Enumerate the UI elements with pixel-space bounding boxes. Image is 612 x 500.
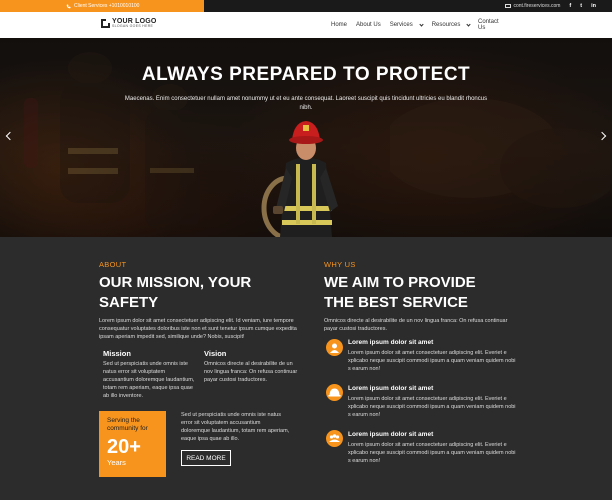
feature-2-title: Lorem ipsum dolor sit amet xyxy=(348,385,434,392)
hero-slider: ALWAYS PREPARED TO PROTECT Maecenas. Eni… xyxy=(0,38,612,237)
facebook-icon[interactable]: f xyxy=(569,3,571,9)
chevron-down-icon xyxy=(419,21,424,27)
helmet-icon xyxy=(326,384,343,401)
topbar-contact: cont.fireservices.com f t in xyxy=(505,0,596,12)
feature-3-text: Lorem ipsum dolor sit amet consectetuer … xyxy=(348,442,516,464)
stat-label-line2: community for xyxy=(107,425,148,432)
read-more-button[interactable]: READ MORE xyxy=(181,450,231,466)
hero-text: Maecenas. Enim consectetuer nullam amet … xyxy=(124,96,488,111)
site-logo[interactable]: YOUR LOGO SLOGAN GOES HERE xyxy=(101,18,157,29)
phone-icon xyxy=(66,4,71,8)
why-title-line1: WE AIM TO PROVIDE xyxy=(324,274,476,291)
why-title-line2: THE BEST SERVICE xyxy=(324,294,468,311)
hero-title: ALWAYS PREPARED TO PROTECT xyxy=(141,64,471,85)
firefighter-icon xyxy=(326,339,343,356)
why-eyebrow: WHY US xyxy=(324,260,356,269)
stat-text: Sed ut perspiciatis unde omnis iste natu… xyxy=(181,412,290,442)
vision-title: Vision xyxy=(204,349,227,358)
nav-about-label: About Us xyxy=(356,22,381,28)
client-services-bar: Client Services +1010010100 xyxy=(0,0,204,12)
why-text: Omnicos directe al desirabilite de un no… xyxy=(324,318,508,332)
logo-mark-icon xyxy=(101,18,110,28)
nav-contact-us[interactable]: Contact Us xyxy=(478,19,499,31)
nav-services-label: Services xyxy=(389,22,413,28)
top-bar: Client Services +1010010100 cont.fireser… xyxy=(0,0,612,12)
feature-1-title: Lorem ipsum dolor sit amet xyxy=(348,339,434,346)
chevron-down-icon xyxy=(466,21,472,27)
nav-resources-label: Resources xyxy=(431,22,461,28)
feature-1-text: Lorem ipsum dolor sit amet consectetuer … xyxy=(348,350,516,372)
vision-text: Omnicos directe al desirabilite de un no… xyxy=(204,361,298,383)
firefighter-image xyxy=(261,121,338,237)
mail-icon xyxy=(505,4,512,8)
nav-about-us[interactable]: About Us xyxy=(356,22,381,28)
about-eyebrow: ABOUT xyxy=(99,260,127,269)
mission-text: Sed ut perspiciatis unde omnis iste natu… xyxy=(103,361,195,399)
nav-home-label: Home xyxy=(331,22,348,28)
mission-title: Mission xyxy=(103,349,131,358)
nav-services[interactable]: Services xyxy=(389,21,424,28)
team-icon xyxy=(326,430,343,447)
topbar-email[interactable]: cont.fireservices.com xyxy=(513,3,560,9)
nav-resources[interactable]: Resources xyxy=(431,21,472,28)
about-title-line2: SAFETY xyxy=(99,294,159,311)
client-services-phone[interactable]: Client Services +1010010100 xyxy=(74,3,139,9)
stat-number: 20+ xyxy=(107,436,141,458)
stat-label-line1: Serving the xyxy=(107,417,140,424)
logo-slogan: SLOGAN GOES HERE xyxy=(112,24,154,28)
stat-unit: Years xyxy=(107,458,126,467)
nav-contact-label: Contact Us xyxy=(478,19,499,31)
nav-home[interactable]: Home xyxy=(331,22,347,28)
content-section: ABOUT OUR MISSION, YOUR SAFETY Lorem ips… xyxy=(0,237,612,500)
about-title-line1: OUR MISSION, YOUR xyxy=(99,274,252,291)
main-nav: Home About Us Services Resources Contact… xyxy=(331,12,499,38)
years-stat-box: Serving the community for 20+ Years xyxy=(99,411,166,477)
site-header: YOUR LOGO SLOGAN GOES HERE Home About Us… xyxy=(0,12,612,38)
feature-3-title: Lorem ipsum dolor sit amet xyxy=(348,431,434,438)
feature-2-text: Lorem ipsum dolor sit amet consectetuer … xyxy=(348,396,516,418)
twitter-icon[interactable]: t xyxy=(580,3,582,9)
linkedin-icon[interactable]: in xyxy=(591,3,596,9)
about-text: Lorem ipsum dolor sit amet consectetuer … xyxy=(99,318,297,340)
